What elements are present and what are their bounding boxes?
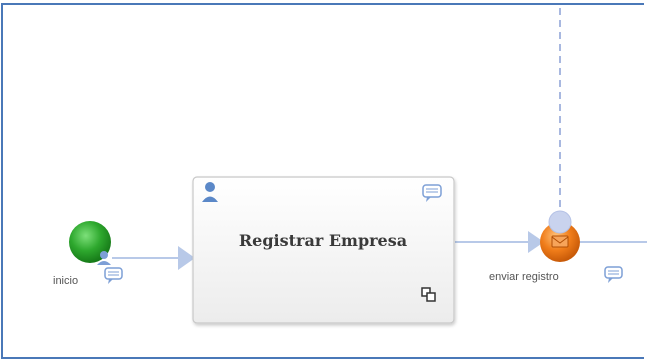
task-registrar-empresa[interactable]: Registrar Empresa: [192, 176, 455, 324]
envelope-icon: [551, 235, 569, 248]
start-event-label: inicio: [53, 275, 78, 287]
intermediate-event-label: enviar registro: [489, 271, 559, 283]
intermediate-event-enviar-registro[interactable]: enviar registro: [489, 210, 623, 283]
connection-handle-icon[interactable]: [548, 210, 572, 234]
comment-icon[interactable]: [104, 267, 123, 284]
sequence-flow-task-to-event[interactable]: [455, 231, 544, 253]
sequence-flow-start-to-task[interactable]: [112, 246, 195, 270]
task-label: Registrar Empresa: [239, 231, 407, 250]
diagram-canvas[interactable]: inicio Registrar Empresa enviar registro: [0, 0, 647, 362]
process-diagram[interactable]: inicio Registrar Empresa enviar registro: [0, 0, 647, 362]
start-event[interactable]: inicio: [53, 221, 123, 287]
comment-icon[interactable]: [604, 266, 623, 283]
